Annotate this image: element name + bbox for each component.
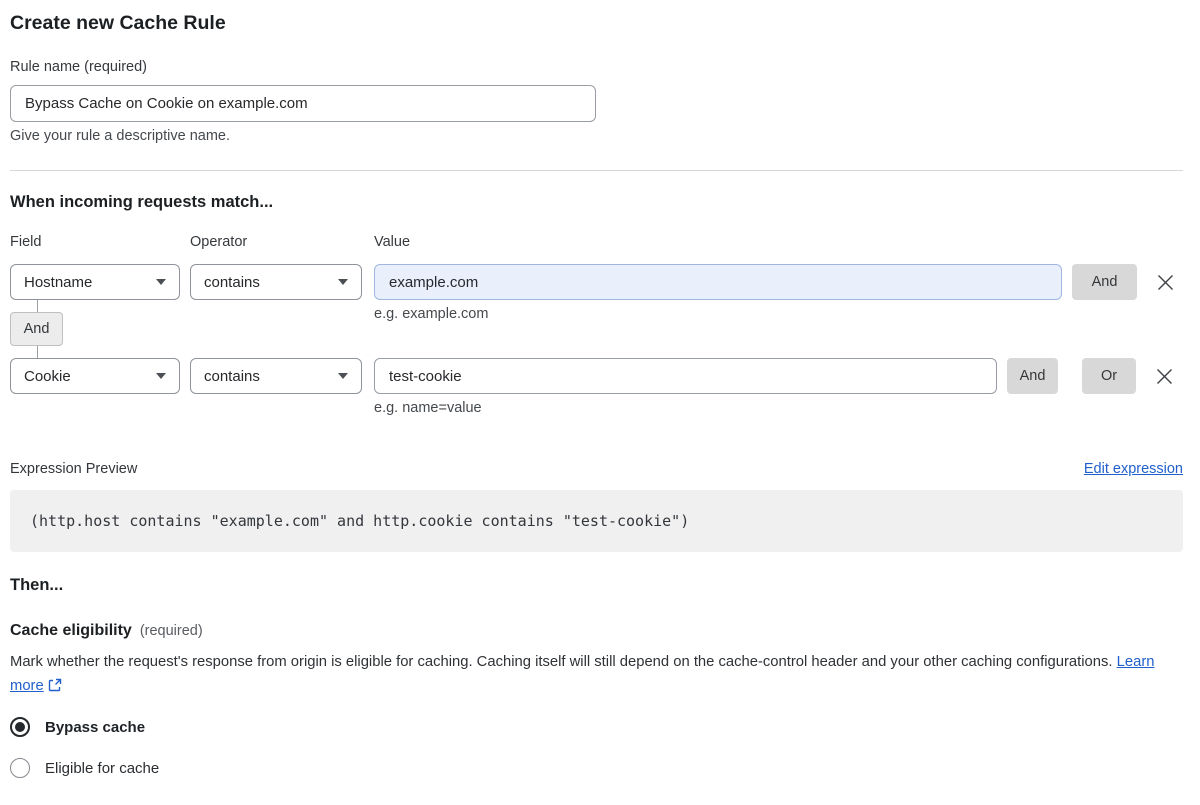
and-button[interactable]: And (1007, 358, 1058, 394)
external-link-icon (48, 676, 62, 700)
operator-column-label: Operator (190, 234, 248, 250)
and-button[interactable]: And (1072, 264, 1137, 300)
page-title: Create new Cache Rule (10, 12, 226, 34)
bypass-cache-option[interactable]: Bypass cache (10, 717, 1183, 737)
radio-unselected-icon (10, 758, 30, 778)
remove-condition-button[interactable] (1155, 264, 1175, 300)
cache-eligibility-description: Mark whether the request's response from… (10, 650, 1183, 700)
rule-name-helper: Give your rule a descriptive name. (10, 128, 231, 144)
value-helper: e.g. name=value (374, 400, 482, 416)
expression-preview-code: (http.host contains "example.com" and ht… (10, 490, 1183, 552)
operator-select-value: contains (204, 273, 260, 291)
eligible-for-cache-option[interactable]: Eligible for cache (10, 758, 1183, 778)
field-column-label: Field (10, 234, 42, 250)
caret-down-icon (338, 373, 348, 379)
value-input[interactable] (374, 358, 997, 394)
operator-select[interactable]: contains (190, 264, 362, 300)
connector-and-button[interactable]: And (10, 312, 63, 346)
description-text: Mark whether the request's response from… (10, 654, 1113, 670)
operator-select-value: contains (204, 367, 260, 385)
remove-condition-button[interactable] (1154, 358, 1174, 394)
eligible-for-cache-label: Eligible for cache (45, 759, 160, 777)
connector-line (37, 346, 38, 358)
cache-eligibility-heading: Cache eligibility (required) (10, 622, 1183, 639)
expression-preview-label: Expression Preview (10, 461, 138, 477)
required-suffix: (required) (139, 623, 203, 639)
edit-expression-link[interactable]: Edit expression (1084, 461, 1183, 477)
close-icon (1156, 368, 1172, 384)
value-input[interactable] (374, 264, 1062, 300)
expression-builder: Field Operator Value Hostname contains e… (10, 235, 1183, 418)
cache-eligibility-title: Cache eligibility (10, 622, 132, 639)
or-button[interactable]: Or (1082, 358, 1136, 394)
field-select-value: Hostname (24, 273, 93, 291)
caret-down-icon (338, 279, 348, 285)
bypass-cache-label: Bypass cache (45, 718, 146, 736)
section-divider (10, 170, 1183, 171)
expression-code-text: (http.host contains "example.com" and ht… (30, 512, 690, 530)
operator-select[interactable]: contains (190, 358, 362, 394)
connector-line (37, 300, 38, 312)
field-select-value: Cookie (24, 367, 71, 385)
close-icon (1157, 274, 1173, 290)
expression-preview-header: Expression Preview Edit expression (10, 461, 1183, 477)
condition-row: Cookie contains e.g. name=value And Or (10, 358, 1174, 416)
caret-down-icon (156, 279, 166, 285)
value-column: e.g. example.com (374, 264, 1062, 322)
then-heading: Then... (10, 576, 64, 594)
rule-name-input[interactable] (10, 85, 596, 122)
radio-selected-icon (10, 717, 30, 737)
match-heading: When incoming requests match... (10, 193, 274, 211)
field-select[interactable]: Cookie (10, 358, 180, 394)
rule-name-label: Rule name (required) (10, 59, 148, 75)
condition-row: Hostname contains e.g. example.com And (10, 264, 1175, 322)
value-column: e.g. name=value (374, 358, 997, 416)
value-helper: e.g. example.com (374, 306, 489, 322)
field-select[interactable]: Hostname (10, 264, 180, 300)
value-column-label: Value (374, 234, 411, 250)
caret-down-icon (156, 373, 166, 379)
create-cache-rule-page: Create new Cache Rule Rule name (require… (0, 12, 1200, 778)
